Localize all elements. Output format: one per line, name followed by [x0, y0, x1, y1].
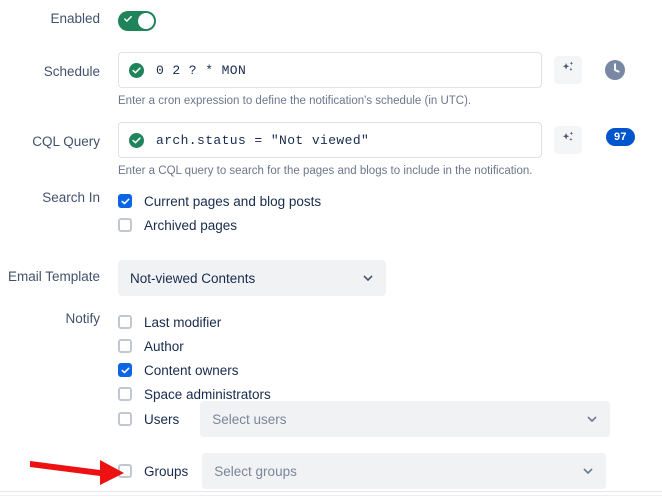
checkbox-box[interactable] [118, 218, 132, 232]
sparkle-icon [561, 130, 576, 150]
checkbox-label: Groups [144, 463, 189, 479]
sparkle-icon [561, 60, 576, 80]
schedule-helper-text: Enter a cron expression to define the no… [118, 95, 472, 107]
checkbox-box[interactable] [118, 339, 132, 353]
chevron-down-icon [586, 413, 598, 425]
valid-check-icon [129, 62, 144, 78]
enabled-field [118, 11, 156, 36]
footer-divider [0, 491, 662, 492]
checkbox-content-owners[interactable]: Content owners [118, 359, 271, 381]
checkbox-label: Archived pages [144, 217, 238, 233]
form-row-search-in: Search In Current pages and blog posts A… [0, 190, 321, 238]
checkbox-label: Users [144, 411, 180, 427]
search-in-field: Current pages and blog posts Archived pa… [118, 190, 321, 238]
checkbox-label: Current pages and blog posts [144, 193, 322, 209]
email-template-field: Not-viewed Contents [118, 260, 386, 296]
email-template-value: Not-viewed Contents [130, 270, 256, 286]
form-row-users: Users Select users [0, 401, 611, 437]
checkbox-current-pages[interactable]: Current pages and blog posts [118, 190, 321, 212]
users-placeholder: Select users [212, 411, 287, 427]
checkbox-author[interactable]: Author [118, 335, 271, 357]
checkbox-box[interactable] [118, 387, 132, 401]
form-row-enabled: Enabled [0, 11, 156, 36]
cql-query-helper-text: Enter a CQL query to search for the page… [118, 165, 533, 177]
chevron-down-icon [362, 272, 374, 284]
form-row-notify: Notify Last modifier Author Content owne… [0, 311, 271, 407]
sparkle-icon-button[interactable] [554, 56, 582, 84]
checkbox-label: Author [144, 338, 184, 354]
footer-divider-secondary [0, 495, 662, 496]
check-icon [124, 15, 132, 23]
cql-query-input[interactable]: arch.status = "Not viewed" [118, 122, 542, 158]
checkbox-box[interactable] [118, 315, 132, 329]
email-template-select[interactable]: Not-viewed Contents [118, 260, 386, 296]
notify-field: Last modifier Author Content owners Spac… [118, 311, 271, 407]
checkbox-groups[interactable]: Groups [118, 460, 188, 482]
clock-icon[interactable] [604, 59, 626, 81]
checkbox-users[interactable]: Users [118, 408, 179, 430]
chevron-down-icon [582, 465, 594, 477]
checkbox-last-modifier[interactable]: Last modifier [118, 311, 271, 333]
cql-query-label: CQL Query [32, 134, 100, 149]
sparkle-icon-button[interactable] [554, 126, 582, 154]
schedule-label: Schedule [43, 64, 100, 79]
schedule-value: 0 2 ? * MON [156, 62, 247, 78]
search-in-label: Search In [42, 190, 100, 205]
users-select[interactable]: Select users [200, 401, 611, 437]
form-row-schedule: Schedule 0 2 ? * MON Enter a cron expres… [0, 52, 626, 108]
checkbox-label: Space administrators [144, 386, 271, 402]
checkbox-label: Content owners [144, 362, 239, 378]
form-row-cql-query: CQL Query arch.status = "Not viewed" 97 … [0, 122, 635, 178]
schedule-input[interactable]: 0 2 ? * MON [118, 52, 542, 88]
cql-query-field: arch.status = "Not viewed" 97 Enter a CQ… [118, 122, 635, 178]
users-field: Users Select users [118, 401, 611, 437]
schedule-field: 0 2 ? * MON Enter a cron expression to d… [118, 52, 626, 108]
enabled-toggle[interactable] [118, 11, 156, 31]
cql-query-value: arch.status = "Not viewed" [156, 132, 370, 148]
results-count-badge: 97 [606, 128, 635, 146]
groups-placeholder: Select groups [214, 463, 297, 479]
checkbox-box[interactable] [118, 363, 132, 377]
checkbox-label: Last modifier [144, 314, 222, 330]
groups-checkbox[interactable] [118, 464, 132, 478]
checkbox-box[interactable] [118, 412, 132, 426]
notify-label: Notify [65, 311, 100, 326]
email-template-label: Email Template [7, 269, 100, 284]
toggle-knob [138, 13, 154, 29]
notification-settings-form: Enabled Schedule 0 2 ? * MON Enter a cro… [0, 0, 662, 500]
checkbox-box[interactable] [118, 194, 132, 208]
checkbox-archived-pages[interactable]: Archived pages [118, 214, 321, 236]
form-row-email-template: Email Template Not-viewed Contents [0, 260, 386, 296]
groups-field: Groups Select groups [118, 453, 607, 489]
groups-select[interactable]: Select groups [202, 453, 607, 489]
form-row-groups: Groups Select groups [0, 453, 607, 489]
enabled-label: Enabled [50, 11, 100, 26]
valid-check-icon [129, 132, 144, 148]
